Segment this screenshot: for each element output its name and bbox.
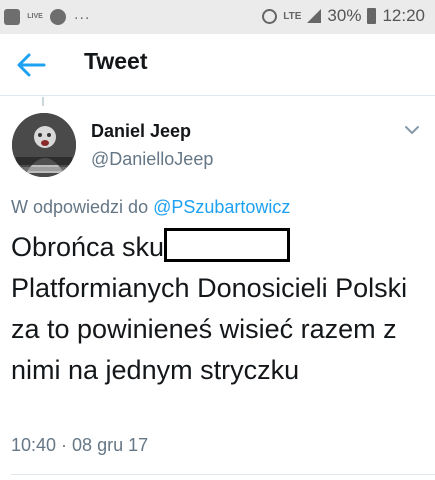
clock: 12:20 bbox=[382, 6, 425, 25]
live-icon: LIVE bbox=[27, 13, 43, 20]
system-icons: LTE 30% 12:20 bbox=[262, 6, 425, 26]
tweet-text-start: Obrońca sku bbox=[11, 232, 165, 262]
more-notifications-icon: ... bbox=[74, 6, 91, 23]
signal-icon bbox=[307, 9, 322, 23]
redaction-box bbox=[164, 228, 291, 262]
avatar-image bbox=[12, 113, 76, 177]
tweet-text: Obrońca sku Platformianych Donosicieli P… bbox=[11, 227, 431, 391]
reply-prefix: W odpowiedzi do bbox=[11, 197, 149, 217]
battery-icon bbox=[367, 8, 377, 24]
alarm-icon bbox=[262, 8, 278, 24]
chevron-down-icon[interactable] bbox=[404, 124, 420, 136]
avatar[interactable] bbox=[12, 113, 76, 177]
author-name[interactable]: Daniel Jeep bbox=[91, 121, 191, 142]
reply-context: W odpowiedzi do @PSzubartowicz bbox=[11, 197, 290, 218]
status-bar: LIVE ... LTE 30% 12:20 bbox=[0, 0, 435, 34]
notification-icons: LIVE ... bbox=[4, 6, 91, 26]
battery-percent: 30% bbox=[327, 6, 362, 25]
page-title: Tweet bbox=[84, 48, 148, 74]
tweet-timestamp: 10:40 · 08 gru 17 bbox=[11, 435, 149, 455]
messenger-icon bbox=[50, 9, 66, 25]
thread-line bbox=[42, 97, 44, 106]
arrow-left-icon[interactable] bbox=[16, 52, 46, 78]
divider bbox=[11, 474, 435, 475]
lte-icon: LTE bbox=[283, 10, 302, 22]
reply-mention-link[interactable]: @PSzubartowicz bbox=[153, 197, 290, 217]
gallery-icon bbox=[4, 9, 20, 25]
app-header: Tweet bbox=[0, 34, 435, 96]
author-handle[interactable]: @DanielloJeep bbox=[91, 149, 213, 170]
tweet-text-rest: Platformianych Donosicieli Polski za to … bbox=[11, 273, 408, 385]
